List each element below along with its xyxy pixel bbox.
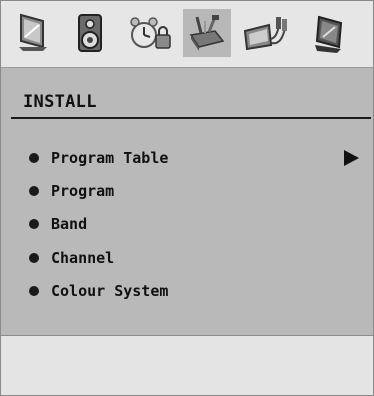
bullet-icon [29,186,39,196]
menu-item-label: Band [51,215,88,233]
bullet-icon [29,253,39,263]
tab-features[interactable] [127,9,175,57]
menu-title: INSTALL [23,92,97,112]
tv-picture-icon [19,13,47,51]
menu-item-label: Program Table [51,149,169,167]
bullet-icon [29,153,39,163]
monitor-source-icon [315,15,343,53]
menu-icon-bar [1,1,373,68]
title-divider [11,117,371,119]
osd-menu-window: INSTALL Program Table Program Band Chann… [0,0,374,396]
tab-install[interactable] [183,9,231,57]
menu-item-label: Program [51,182,115,200]
tab-setup[interactable] [305,9,353,57]
submenu-arrow-icon [344,150,359,166]
menu-item-program[interactable]: Program [29,181,359,201]
menu-item-channel[interactable]: Channel [29,248,359,268]
bullet-icon [29,219,39,229]
alarm-clock-lock-icon [130,17,171,49]
tab-picture[interactable] [9,9,57,57]
menu-item-label: Colour System [51,282,169,300]
menu-item-program-table[interactable]: Program Table [29,148,359,168]
speaker-icon [78,14,102,52]
toolbox-icon [189,15,225,51]
install-menu-panel: INSTALL Program Table Program Band Chann… [1,68,373,336]
tab-source[interactable] [241,9,289,57]
menu-item-label: Channel [51,249,115,267]
cable-connector-icon [243,17,287,51]
tab-sound[interactable] [65,9,113,57]
menu-item-band[interactable]: Band [29,214,359,234]
bullet-icon [29,286,39,296]
menu-item-colour-system[interactable]: Colour System [29,281,359,301]
menu-footer-area [1,336,373,395]
